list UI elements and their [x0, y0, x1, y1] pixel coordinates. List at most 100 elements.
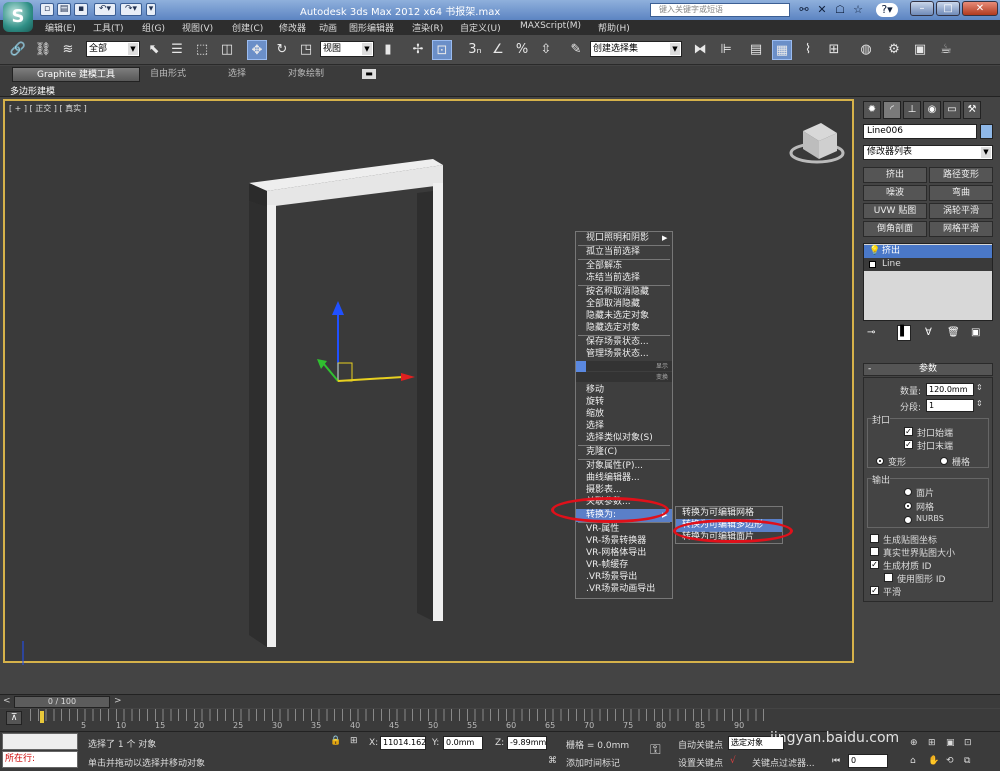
- show-end-result-icon[interactable]: ▌: [897, 325, 911, 341]
- close-button[interactable]: ✕: [962, 1, 998, 16]
- menu-item-vr-frame-buffer[interactable]: VR-帧缓存: [576, 559, 672, 572]
- menu-item-save-scene-state[interactable]: 保存场景状态...: [576, 336, 672, 349]
- modifier-turbosmooth-button[interactable]: 涡轮平滑: [929, 203, 993, 219]
- undo-icon[interactable]: ↶▾: [94, 3, 116, 16]
- spinner-snap-icon[interactable]: ⇳: [536, 40, 556, 60]
- tab-freeform[interactable]: 自由形式: [142, 67, 194, 82]
- menu-views[interactable]: 视图(V): [182, 21, 213, 34]
- menu-item-hide-unselected[interactable]: 隐藏未选定对象: [576, 310, 672, 323]
- redo-icon[interactable]: ↷▾: [120, 3, 142, 16]
- parameters-rollout-header[interactable]: - 参数: [863, 363, 993, 376]
- schematic-view-icon[interactable]: ⊞: [824, 40, 844, 60]
- percent-snap-icon[interactable]: %: [512, 40, 532, 60]
- favorites-star-icon[interactable]: ☆: [851, 3, 865, 17]
- listener-output[interactable]: 所在行:: [2, 751, 78, 768]
- menu-create[interactable]: 创建(C): [232, 21, 263, 34]
- render-teapot-icon[interactable]: ☕: [936, 40, 956, 60]
- modifier-extrude-button[interactable]: 挤出: [863, 167, 927, 183]
- mesh-radio[interactable]: [904, 502, 912, 510]
- menu-item-select-similar[interactable]: 选择类似对象(S): [576, 432, 672, 445]
- patch-radio[interactable]: [904, 488, 912, 496]
- menu-edit[interactable]: 编辑(E): [45, 21, 76, 34]
- menu-item-unfreeze-all[interactable]: 全部解冻: [576, 260, 672, 273]
- layer-manager-icon[interactable]: ▤: [746, 40, 766, 60]
- search-input[interactable]: 键入关键字或短语: [650, 3, 790, 17]
- menu-help[interactable]: 帮助(H): [598, 21, 630, 34]
- z-coord-field[interactable]: -9.89mm: [507, 736, 547, 750]
- amount-spinner[interactable]: 120.0mm: [926, 383, 974, 396]
- auto-key-button[interactable]: 自动关键点: [678, 738, 723, 751]
- select-manipulate-icon[interactable]: ✢: [408, 40, 428, 60]
- cap-start-checkbox[interactable]: ✓: [904, 427, 913, 436]
- quick-access-dropdown-icon[interactable]: ▾: [146, 3, 156, 16]
- ribbon-options-icon[interactable]: ▬: [362, 69, 376, 79]
- y-coord-field[interactable]: 0.0mm: [443, 736, 483, 750]
- save-file-icon[interactable]: ▪: [74, 3, 88, 16]
- track-bar[interactable]: ⊼ 5 10 15 20 25 30 35 40 45 50 55 60 65 …: [0, 709, 1000, 731]
- link-icon[interactable]: 🔗: [8, 40, 28, 60]
- next-frame-icon[interactable]: >: [114, 696, 122, 706]
- stack-item-line[interactable]: Line: [864, 258, 992, 271]
- orbit-icon[interactable]: ⟲: [946, 756, 954, 766]
- keyboard-shortcut-override-icon[interactable]: ⊡: [432, 40, 452, 60]
- reference-coord-dropdown[interactable]: 视图 ▼: [320, 41, 374, 57]
- key-curve-icon[interactable]: √: [730, 756, 736, 766]
- open-file-icon[interactable]: ▤: [57, 3, 71, 16]
- utilities-tab-icon[interactable]: ⚒: [963, 101, 981, 119]
- key-icon[interactable]: ⚿: [650, 742, 661, 758]
- viewport-front[interactable]: [ + ] [ 正交 ] [ 真实 ] 视口照明和阴影 ▶ 孤立当前选择 全部解…: [3, 99, 854, 665]
- menu-item-manage-scene-states[interactable]: 管理场景状态...: [576, 348, 672, 361]
- object-name-field[interactable]: Line006: [863, 124, 977, 139]
- menu-animation[interactable]: 动画: [319, 21, 337, 34]
- field-of-view-icon[interactable]: ⌂: [910, 756, 916, 766]
- prev-frame-icon[interactable]: <: [3, 696, 11, 706]
- display-tab-icon[interactable]: ▭: [943, 101, 961, 119]
- menu-item-select[interactable]: 选择: [576, 420, 672, 433]
- zoom-extents-icon[interactable]: ▣: [946, 738, 955, 748]
- create-tab-icon[interactable]: ✹: [863, 101, 881, 119]
- app-logo[interactable]: S: [3, 2, 33, 32]
- expand-icon[interactable]: [869, 261, 876, 268]
- menu-modifiers[interactable]: 修改器: [279, 21, 306, 34]
- absolute-mode-icon[interactable]: ⊞: [350, 736, 358, 746]
- mini-curve-editor-icon[interactable]: ⊼: [6, 711, 22, 725]
- selection-filter-dropdown[interactable]: 全部 ▼: [86, 41, 140, 57]
- time-slider-thumb[interactable]: 0 / 100: [14, 696, 110, 708]
- modifier-meshsmooth-button[interactable]: 网格平滑: [929, 221, 993, 237]
- select-and-scale-icon[interactable]: ◳: [296, 40, 316, 60]
- menu-item-vr-scene-export[interactable]: .VR场景导出: [576, 571, 672, 584]
- time-slider[interactable]: < 0 / 100 >: [0, 694, 1000, 708]
- help-icon[interactable]: ?▾: [876, 3, 898, 17]
- menu-maxscript[interactable]: MAXScript(M): [520, 21, 581, 31]
- select-and-move-icon[interactable]: ✥: [247, 40, 267, 60]
- menu-item-isolate-selection[interactable]: 孤立当前选择: [576, 246, 672, 259]
- modify-tab-icon[interactable]: ◜: [883, 101, 901, 119]
- set-key-button[interactable]: 设置关键点: [678, 756, 723, 769]
- rendered-frame-window-icon[interactable]: ▣: [910, 40, 930, 60]
- zoom-extents-all-icon[interactable]: ⊡: [964, 738, 972, 748]
- time-tag-icon[interactable]: ⌘: [548, 756, 557, 766]
- menu-item-object-properties[interactable]: 对象属性(P)...: [576, 460, 672, 473]
- menu-item-vr-mesh-export[interactable]: VR-网格体导出: [576, 547, 672, 560]
- morph-radio[interactable]: [876, 457, 884, 465]
- hierarchy-tab-icon[interactable]: ⊥: [903, 101, 921, 119]
- use-shape-ids-checkbox[interactable]: [884, 573, 893, 582]
- stack-item-extrude[interactable]: 💡 挤出: [864, 245, 992, 258]
- menu-item-unhide-all[interactable]: 全部取消隐藏: [576, 298, 672, 311]
- minimize-button[interactable]: –: [910, 1, 934, 16]
- zoom-icon[interactable]: ⊕: [910, 738, 918, 748]
- x-coord-field[interactable]: 11014.162: [380, 736, 426, 750]
- segments-spinner[interactable]: 1: [926, 399, 974, 412]
- submenu-item-editable-mesh[interactable]: 转换为可编辑网格: [676, 507, 782, 520]
- modifier-bevel-profile-button[interactable]: 倒角剖面: [863, 221, 927, 237]
- menu-item-scale[interactable]: 缩放: [576, 408, 672, 421]
- spinner-arrows-icon[interactable]: ⇕: [976, 399, 983, 408]
- curve-editor-icon[interactable]: ⌇: [798, 40, 818, 60]
- tab-selection[interactable]: 选择: [220, 67, 254, 82]
- configure-modifier-sets-icon[interactable]: ▣: [971, 327, 980, 338]
- menu-tools[interactable]: 工具(T): [93, 21, 124, 34]
- go-to-start-icon[interactable]: ⏮: [832, 756, 840, 766]
- gen-map-coords-checkbox[interactable]: [870, 534, 879, 543]
- menu-item-rotate[interactable]: 旋转: [576, 396, 672, 409]
- maxscript-listener[interactable]: 所在行:: [2, 733, 78, 769]
